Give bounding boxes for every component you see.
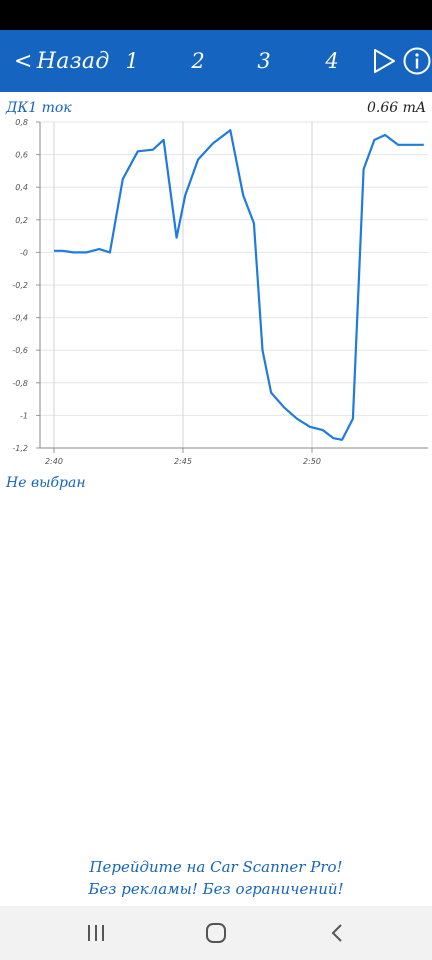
x-tick-label: 2:40	[45, 457, 63, 466]
y-tick-label: -0,2	[12, 281, 28, 290]
y-tick-label: 0,6	[15, 151, 28, 160]
tab-3[interactable]: 3	[244, 44, 284, 78]
system-back-button[interactable]	[318, 918, 358, 948]
x-tick-label: 2:50	[303, 457, 321, 466]
top-toolbar: < Назад 1 2 3 4	[0, 30, 432, 92]
promo-line-2: Без рекламы! Без ограничений!	[88, 880, 344, 898]
home-icon	[206, 923, 226, 943]
home-button[interactable]	[196, 918, 236, 948]
promo-banner[interactable]: Перейдите на Car Scanner Pro! Без реклам…	[0, 856, 432, 900]
recent-apps-icon	[88, 925, 104, 941]
chart-svg: 0,8 0,6 0,4 0,2 -0 -0,2 -0,4 -0,6 -0,8 -1 -1,2 2:40…	[12, 118, 428, 466]
back-label: Назад	[36, 48, 110, 74]
y-tick-label: 0,8	[15, 118, 28, 127]
sensor-value: 0.66 mA	[366, 100, 426, 116]
tab-2[interactable]: 2	[178, 44, 218, 78]
tab-4[interactable]: 4	[312, 44, 352, 78]
y-tick-label: -0,6	[12, 346, 28, 355]
chevron-left-icon	[331, 924, 342, 942]
promo-line-1: Перейдите на Car Scanner Pro!	[89, 858, 343, 876]
y-tick-label: -0	[20, 248, 28, 257]
info-icon[interactable]	[402, 46, 432, 76]
chevron-left-icon: <	[14, 48, 33, 74]
y-tick-label: 0,4	[15, 183, 28, 192]
selection-label[interactable]: Не выбран	[6, 475, 86, 491]
status-bar	[0, 0, 432, 30]
x-tick-label: 2:45	[174, 457, 192, 466]
line-chart[interactable]: 0,8 0,6 0,4 0,2 -0 -0,2 -0,4 -0,6 -0,8 -1 -1,2 2:40…	[0, 116, 432, 474]
y-tick-label: -0,4	[12, 314, 28, 323]
y-tick-label: 0,2	[15, 216, 28, 225]
y-tick-label: -0,8	[12, 379, 28, 388]
sensor-name[interactable]: ДК1 ток	[6, 100, 72, 116]
recent-apps-button[interactable]	[76, 918, 116, 948]
system-nav-bar	[0, 906, 432, 960]
back-button[interactable]: < Назад	[14, 44, 110, 78]
play-icon[interactable]	[370, 47, 398, 75]
tab-1[interactable]: 1	[112, 44, 152, 78]
y-tick-label: -1,2	[12, 444, 28, 453]
y-tick-label: -1	[20, 411, 28, 420]
